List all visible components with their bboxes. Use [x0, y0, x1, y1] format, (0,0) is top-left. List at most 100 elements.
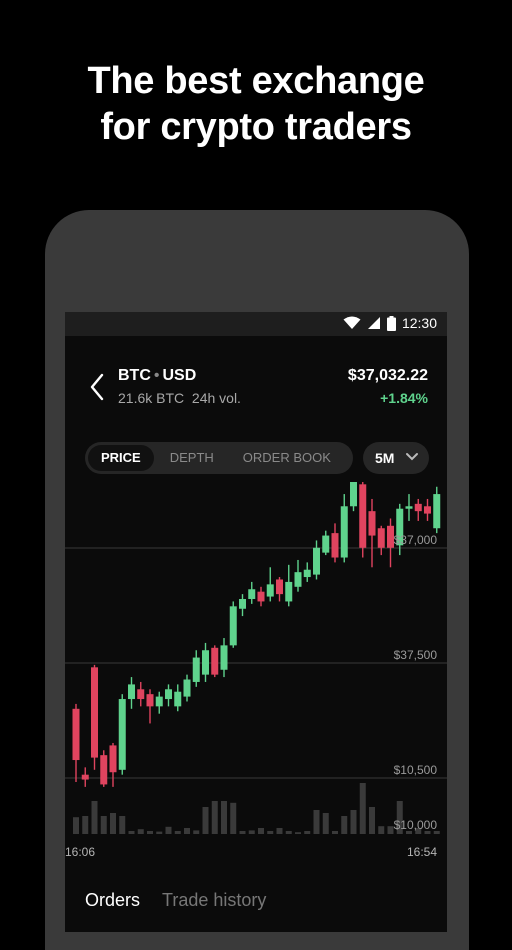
candle-down	[211, 645, 219, 678]
candle-body	[91, 667, 98, 758]
candle-body	[424, 506, 431, 514]
candle-up	[183, 674, 191, 702]
volume-bar	[322, 813, 329, 834]
volume-bar	[276, 828, 283, 834]
candle-body	[155, 696, 163, 707]
volume-bar	[378, 826, 385, 834]
candle-body	[414, 503, 422, 512]
candle-down	[72, 703, 80, 782]
pair-title: BTC • USD	[118, 367, 196, 385]
time-label-end: 16:54	[407, 845, 437, 859]
volume-bar	[369, 807, 375, 834]
candle-up	[165, 684, 172, 707]
candle-body	[118, 699, 126, 770]
tab-orders[interactable]: Orders	[85, 890, 140, 911]
volume-bar	[211, 801, 218, 834]
volume-bar	[230, 802, 237, 834]
volume-bar	[156, 831, 163, 834]
candle-up	[350, 482, 357, 512]
volume-bar	[313, 810, 320, 834]
volume-bar	[193, 830, 200, 834]
status-bar: 12:30	[65, 312, 447, 336]
pair-volume: 21.6k BTC 24h vol.	[118, 390, 241, 406]
candle-up	[174, 684, 182, 712]
candle-down	[359, 482, 367, 558]
battery-icon	[386, 315, 396, 331]
volume-bar	[184, 828, 190, 834]
candle-up	[396, 503, 404, 556]
candle-body	[128, 684, 135, 700]
candle-body	[313, 547, 320, 575]
candle-body	[211, 647, 219, 675]
candle-down	[91, 664, 98, 770]
candle-body	[257, 591, 265, 602]
tab-order-book[interactable]: ORDER BOOK	[230, 445, 344, 471]
candle-body	[266, 584, 274, 597]
candle-body	[433, 494, 441, 529]
volume-bar	[147, 831, 153, 834]
candle-up	[340, 494, 348, 563]
candle-body	[350, 482, 357, 507]
candle-body	[137, 689, 145, 700]
chart-view-tabs: PRICE DEPTH ORDER BOOK	[85, 442, 353, 474]
cell-signal-icon	[367, 317, 380, 329]
volume-bar	[202, 807, 209, 834]
candle-down	[257, 586, 265, 607]
candle-body	[174, 691, 182, 707]
candle-up	[202, 642, 209, 682]
volume-bar	[359, 783, 366, 834]
candle-up	[405, 494, 413, 521]
candle-body	[322, 535, 330, 553]
candle-body	[81, 774, 89, 780]
volume-bar	[128, 831, 135, 834]
volume-bar	[119, 816, 126, 834]
pair-price: $37,032.22	[347, 367, 428, 384]
candle-body	[220, 645, 228, 670]
candle-body	[368, 511, 376, 536]
volume-bar	[258, 828, 264, 834]
bottom-tabs: Orders Trade history	[85, 890, 266, 911]
status-time: 12:30	[401, 315, 437, 331]
tab-trade-history[interactable]: Trade history	[162, 890, 266, 911]
candle-body	[359, 484, 367, 548]
volume-bar	[91, 801, 98, 834]
tab-price[interactable]: PRICE	[88, 445, 154, 471]
candle-body	[248, 589, 256, 599]
volume-bar	[221, 801, 227, 834]
interval-label: 5M	[375, 450, 395, 466]
candle-up	[294, 559, 302, 592]
candle-up	[220, 638, 228, 678]
candle-up	[322, 530, 330, 556]
volume-bar	[341, 816, 348, 834]
pair-base: BTC	[118, 367, 151, 384]
volume-bar	[73, 817, 79, 834]
candle-down	[368, 498, 376, 568]
volume-bar	[332, 831, 338, 834]
volume-bar	[267, 831, 274, 834]
back-arrow-icon[interactable]	[87, 372, 107, 402]
volume-bar	[137, 829, 144, 834]
candle-body	[165, 689, 172, 700]
volume-bar	[387, 826, 394, 834]
candle-up	[192, 650, 200, 687]
price-chart[interactable]: $37,000 $37,500 $10,500 $10,000 16:06 16…	[65, 482, 447, 882]
candle-body	[100, 755, 108, 785]
candle-up	[248, 581, 256, 604]
candle-body	[146, 694, 154, 707]
candle-body	[331, 533, 339, 558]
pair-quote: USD	[162, 367, 197, 384]
candle-up	[155, 691, 163, 714]
promo-headline-line1: The best exchange	[87, 60, 425, 102]
pair-header: BTC • USD 21.6k BTC 24h vol. $37,032.22 +1…	[65, 362, 447, 412]
candle-down	[100, 750, 108, 787]
candle-down	[137, 681, 145, 707]
promo-headline-line2: for crypto traders	[100, 106, 412, 148]
candle-body	[202, 650, 209, 675]
candle-body	[229, 606, 237, 646]
candle-body	[109, 745, 117, 773]
volume-bar	[174, 831, 181, 834]
interval-dropdown[interactable]: 5M	[363, 442, 429, 474]
candle-down	[424, 498, 431, 521]
pair-change: +1.84%	[380, 390, 428, 406]
tab-depth[interactable]: DEPTH	[157, 445, 227, 471]
